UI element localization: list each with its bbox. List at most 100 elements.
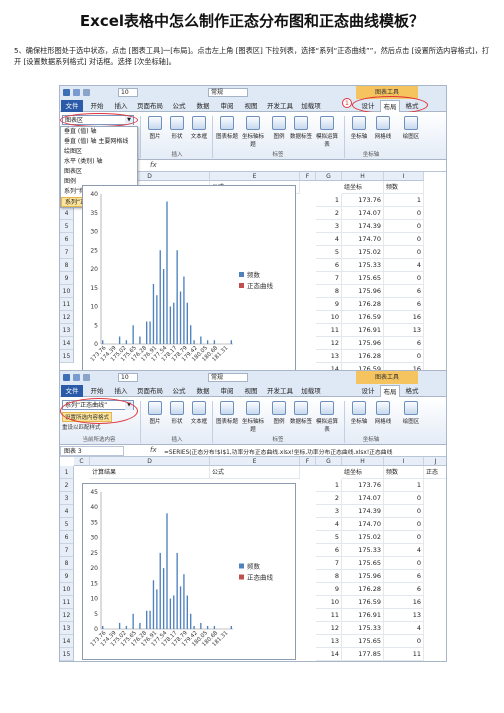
cell-frequency[interactable]: 13 [384, 609, 424, 622]
row-header[interactable]: 9 [60, 570, 74, 583]
row-header[interactable]: 3 [60, 492, 74, 505]
chart-title-button[interactable]: 图表标题 [216, 116, 238, 146]
shapes-button[interactable]: 形状 [166, 401, 188, 431]
row-header[interactable]: 10 [60, 285, 74, 298]
cell-frequency[interactable]: 6 [384, 285, 424, 298]
cell-frequency[interactable]: 16 [384, 596, 424, 609]
col-header[interactable]: G [316, 172, 342, 181]
col-header[interactable]: F [300, 457, 316, 466]
cell-index[interactable]: 3 [316, 220, 342, 233]
cell-index[interactable]: 6 [316, 259, 342, 272]
row-header[interactable]: 5 [60, 220, 74, 233]
cell-frequency[interactable]: 0 [384, 518, 424, 531]
cell-coordinate[interactable]: 173.76 [342, 479, 384, 492]
col-header[interactable]: I [384, 457, 424, 466]
cell-index[interactable]: 2 [316, 492, 342, 505]
number-format-box[interactable]: 常规 [208, 373, 248, 382]
cell-frequency[interactable]: 4 [384, 622, 424, 635]
number-format-box[interactable]: 常规 [208, 88, 248, 97]
cell-d-header[interactable]: 计算结果 [90, 466, 210, 479]
formula-value[interactable]: =SERIES(正态分布!$I$1,功率分布正态曲线.xlsx!坐标,功率分布正… [164, 447, 392, 456]
row-header[interactable]: 1 [60, 466, 74, 479]
cell-frequency[interactable]: 0 [384, 557, 424, 570]
row-header[interactable]: 6 [60, 531, 74, 544]
font-size-box[interactable]: 10 [118, 88, 138, 97]
tab-addins[interactable]: 加载项 [298, 385, 324, 397]
cell-frequency[interactable]: 6 [384, 570, 424, 583]
cell-frequency[interactable]: 0 [384, 207, 424, 220]
col-header[interactable]: E [210, 172, 300, 181]
fx-icon[interactable]: fx [150, 161, 157, 169]
cell-frequency[interactable]: 0 [384, 246, 424, 259]
menu-item-horizontal-axis[interactable]: 水平 (类别) 轴 [61, 157, 137, 167]
tab-review[interactable]: 审阅 [216, 385, 238, 397]
cell-coordinate[interactable]: 175.33 [342, 544, 384, 557]
row-header[interactable]: 11 [60, 596, 74, 609]
cell-frequency[interactable]: 0 [384, 272, 424, 285]
cell-coordinate[interactable]: 174.07 [342, 207, 384, 220]
cell-coordinate[interactable]: 174.70 [342, 518, 384, 531]
cell-frequency[interactable]: 6 [384, 337, 424, 350]
cell-coordinate[interactable]: 176.91 [342, 324, 384, 337]
cell-coordinate[interactable]: 174.07 [342, 492, 384, 505]
tab-view[interactable]: 视图 [240, 100, 262, 112]
cell-index[interactable]: 4 [316, 233, 342, 246]
axes-button[interactable]: 坐标轴 [348, 116, 370, 146]
cell-index[interactable]: 5 [316, 531, 342, 544]
tab-layout[interactable]: 布局 [380, 385, 400, 397]
cell-coordinate[interactable]: 175.96 [342, 337, 384, 350]
gridlines-button[interactable]: 网格线 [372, 401, 394, 431]
cell-index[interactable]: 8 [316, 570, 342, 583]
tab-review[interactable]: 审阅 [216, 100, 238, 112]
cell-index[interactable]: 11 [316, 609, 342, 622]
cell-frequency[interactable]: 13 [384, 324, 424, 337]
cell-index[interactable]: 12 [316, 622, 342, 635]
menu-item-chart-area[interactable]: 图表区 [61, 167, 137, 177]
picture-button[interactable]: 图片 [144, 116, 166, 146]
cell-frequency[interactable]: 0 [384, 233, 424, 246]
cell-index[interactable]: 8 [316, 285, 342, 298]
row-header[interactable]: 13 [60, 622, 74, 635]
cell-coordinate[interactable]: 175.02 [342, 531, 384, 544]
cell-index[interactable]: 4 [316, 518, 342, 531]
row-header[interactable]: 9 [60, 272, 74, 285]
cell-frequency[interactable]: 4 [384, 259, 424, 272]
row-header[interactable]: 15 [60, 648, 74, 661]
reset-style-button[interactable]: 重设以匹配样式 [62, 423, 101, 431]
cell-frequency[interactable]: 16 [384, 311, 424, 324]
row-header[interactable]: 7 [60, 544, 74, 557]
undo-icon[interactable] [83, 89, 90, 96]
row-header[interactable]: 7 [60, 246, 74, 259]
cell-index[interactable]: 5 [316, 246, 342, 259]
row-header[interactable]: 11 [60, 298, 74, 311]
cell-coordinate[interactable]: 173.76 [342, 194, 384, 207]
gridlines-button[interactable]: 网格线 [372, 116, 394, 146]
col-header[interactable]: F [300, 172, 316, 181]
cell-coordinate[interactable]: 175.65 [342, 557, 384, 570]
name-box[interactable]: 图表 3 [60, 446, 124, 456]
cell-frequency[interactable]: 1 [384, 194, 424, 207]
row-header[interactable]: 5 [60, 518, 74, 531]
tab-design[interactable]: 设计 [358, 385, 378, 397]
row-header[interactable]: 10 [60, 583, 74, 596]
col-header[interactable]: C [74, 457, 90, 466]
row-header[interactable]: 6 [60, 233, 74, 246]
font-size-box[interactable]: 10 [118, 373, 138, 382]
data-labels-button[interactable]: 数据标签 [290, 401, 312, 431]
undo-icon[interactable] [83, 374, 90, 381]
col-header[interactable]: E [210, 457, 300, 466]
cell-index[interactable]: 7 [316, 557, 342, 570]
cell-j-header[interactable]: 正态 [424, 466, 446, 479]
row-header[interactable]: 2 [60, 479, 74, 492]
axis-title-button[interactable]: 坐标轴标题 [240, 401, 266, 433]
chart-title-button[interactable]: 图表标题 [216, 401, 238, 431]
cell-index[interactable]: 6 [316, 544, 342, 557]
row-header[interactable]: 13 [60, 324, 74, 337]
cell-coordinate[interactable]: 175.02 [342, 246, 384, 259]
save-icon[interactable] [73, 374, 80, 381]
row-header[interactable]: 8 [60, 259, 74, 272]
cell-index[interactable]: 10 [316, 596, 342, 609]
cell-frequency[interactable]: 11 [384, 648, 424, 661]
cell-coordinate[interactable]: 176.59 [342, 311, 384, 324]
menu-item-vertical-gridlines[interactable]: 垂直 (值) 轴 主要网格线 [61, 137, 137, 147]
